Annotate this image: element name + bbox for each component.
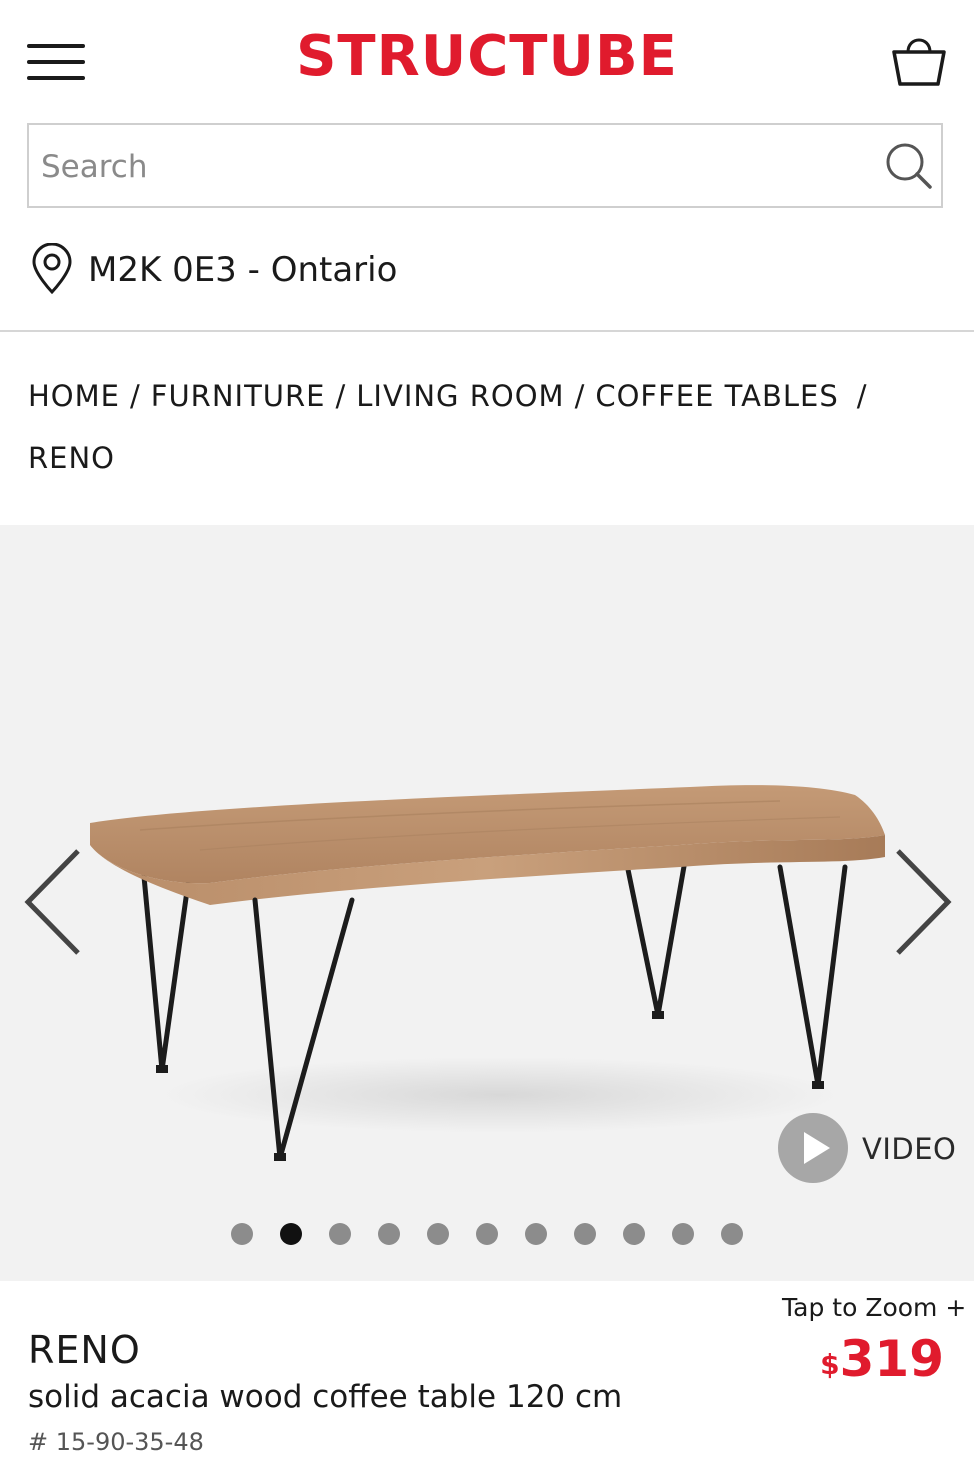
breadcrumb-separator: /: [129, 379, 141, 413]
pagination-dot[interactable]: [574, 1223, 596, 1245]
product-sku: # 15-90-35-48: [28, 1428, 204, 1456]
image-pagination: [231, 1223, 751, 1247]
video-label: VIDEO: [862, 1132, 957, 1166]
product-description: solid acacia wood coffee table 120 cm: [28, 1379, 623, 1415]
breadcrumb-furniture[interactable]: FURNITURE: [151, 379, 326, 413]
pagination-dot[interactable]: [378, 1223, 400, 1245]
currency-symbol: $: [820, 1348, 840, 1381]
breadcrumb-separator: /: [856, 379, 868, 413]
search-bar: [27, 123, 943, 208]
product-info: Tap to Zoom + $319 RENO solid acacia woo…: [0, 1281, 974, 1456]
product-price: $319: [820, 1329, 944, 1389]
breadcrumb-home[interactable]: HOME: [28, 379, 120, 413]
breadcrumb-coffee-tables[interactable]: COFFEE TABLES: [595, 379, 838, 413]
play-icon: [778, 1113, 848, 1183]
search-input[interactable]: [39, 137, 873, 197]
product-image-gallery[interactable]: VIDEO: [0, 525, 974, 1281]
pagination-dot[interactable]: [721, 1223, 743, 1245]
site-header: STRUCTUBE: [0, 0, 974, 115]
location-pin-icon: [30, 242, 74, 295]
breadcrumb-current-reno: RENO: [28, 441, 115, 475]
next-image-button[interactable]: [888, 845, 958, 960]
location-label: M2K 0E3 - Ontario: [88, 250, 398, 290]
pagination-dot[interactable]: [427, 1223, 449, 1245]
pagination-dot[interactable]: [231, 1223, 253, 1245]
delivery-location[interactable]: M2K 0E3 - Ontario: [30, 242, 630, 297]
pagination-dot[interactable]: [672, 1223, 694, 1245]
pagination-dot[interactable]: [525, 1223, 547, 1245]
chevron-left-icon: [24, 849, 80, 955]
product-image: [90, 785, 885, 1161]
divider: [0, 330, 974, 332]
breadcrumb-separator: /: [574, 379, 586, 413]
pagination-dot[interactable]: [623, 1223, 645, 1245]
breadcrumb-living-room[interactable]: LIVING ROOM: [356, 379, 564, 413]
breadcrumb: HOME / FURNITURE / LIVING ROOM / COFFEE TABLES…: [28, 365, 948, 489]
pagination-dot[interactable]: [329, 1223, 351, 1245]
pagination-dot-active[interactable]: [280, 1223, 302, 1245]
pagination-dot[interactable]: [476, 1223, 498, 1245]
shopping-bag-icon[interactable]: [890, 32, 948, 88]
product-name: RENO: [28, 1328, 141, 1372]
price-value: 319: [839, 1330, 944, 1388]
chevron-right-icon: [896, 849, 952, 955]
search-icon[interactable]: [884, 141, 934, 191]
video-button[interactable]: VIDEO: [778, 1113, 968, 1185]
prev-image-button[interactable]: [18, 845, 88, 960]
breadcrumb-separator: /: [335, 379, 347, 413]
tap-to-zoom[interactable]: Tap to Zoom +: [782, 1291, 966, 1325]
brand-logo[interactable]: STRUCTUBE: [0, 22, 974, 92]
